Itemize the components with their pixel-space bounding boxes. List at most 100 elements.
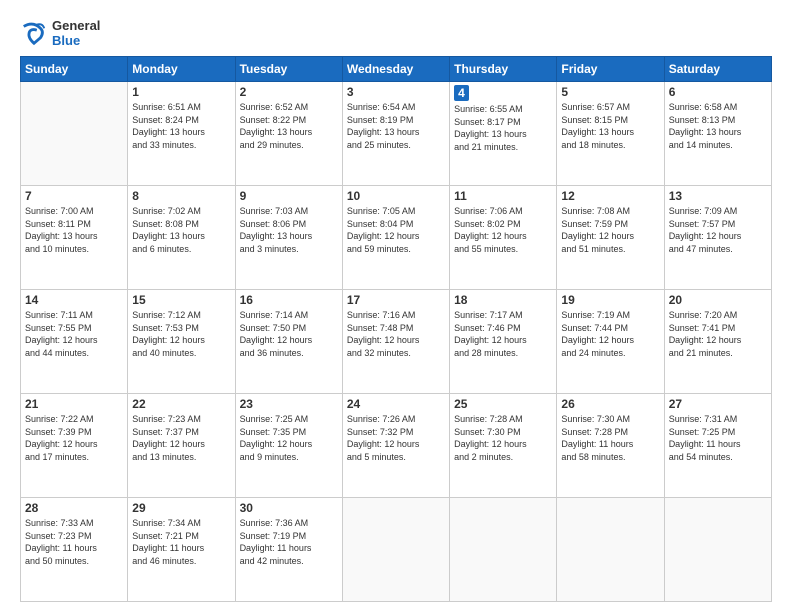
day-info: Sunrise: 7:31 AMSunset: 7:25 PMDaylight:… bbox=[669, 413, 767, 463]
day-cell: 1 Sunrise: 6:51 AMSunset: 8:24 PMDaylight… bbox=[128, 82, 235, 186]
day-cell: 26Sunrise: 7:30 AMSunset: 7:28 PMDayligh… bbox=[557, 394, 664, 498]
day-cell: 5 Sunrise: 6:57 AMSunset: 8:15 PMDaylight… bbox=[557, 82, 664, 186]
weekday-header-row: SundayMondayTuesdayWednesdayThursdayFrid… bbox=[21, 57, 772, 82]
day-info: Sunrise: 7:14 AMSunset: 7:50 PMDaylight:… bbox=[240, 309, 338, 359]
day-number: 7 bbox=[25, 189, 123, 203]
day-cell: 27 Sunrise: 7:31 AMSunset: 7:25 PMDayligh… bbox=[664, 394, 771, 498]
day-info: Sunrise: 6:54 AMSunset: 8:19 PMDaylight:… bbox=[347, 101, 445, 151]
day-cell: 6 Sunrise: 6:58 AMSunset: 8:13 PMDaylight… bbox=[664, 82, 771, 186]
day-number: 20 bbox=[669, 293, 767, 307]
day-cell: 9 Sunrise: 7:03 AMSunset: 8:06 PMDaylight… bbox=[235, 186, 342, 290]
day-number: 25 bbox=[454, 397, 552, 411]
day-cell: 8Sunrise: 7:02 AMSunset: 8:08 PMDaylight… bbox=[128, 186, 235, 290]
day-info: Sunrise: 6:55 AMSunset: 8:17 PMDaylight:… bbox=[454, 103, 552, 153]
day-cell: 23 Sunrise: 7:25 AMSunset: 7:35 PMDayligh… bbox=[235, 394, 342, 498]
weekday-header-wednesday: Wednesday bbox=[342, 57, 449, 82]
day-info: Sunrise: 7:16 AMSunset: 7:48 PMDaylight:… bbox=[347, 309, 445, 359]
day-cell: 20 Sunrise: 7:20 AMSunset: 7:41 PMDayligh… bbox=[664, 290, 771, 394]
day-number: 22 bbox=[132, 397, 230, 411]
day-cell: 11 Sunrise: 7:06 AMSunset: 8:02 PMDayligh… bbox=[450, 186, 557, 290]
day-cell bbox=[342, 498, 449, 602]
day-info: Sunrise: 7:26 AMSunset: 7:32 PMDaylight:… bbox=[347, 413, 445, 463]
day-cell: 21Sunrise: 7:22 AMSunset: 7:39 PMDayligh… bbox=[21, 394, 128, 498]
logo-text: General Blue bbox=[52, 18, 100, 48]
day-number: 5 bbox=[561, 85, 659, 99]
day-number: 24 bbox=[347, 397, 445, 411]
day-info: Sunrise: 7:20 AMSunset: 7:41 PMDaylight:… bbox=[669, 309, 767, 359]
day-number: 21 bbox=[25, 397, 123, 411]
day-cell: 10Sunrise: 7:05 AMSunset: 8:04 PMDayligh… bbox=[342, 186, 449, 290]
day-info: Sunrise: 7:23 AMSunset: 7:37 PMDaylight:… bbox=[132, 413, 230, 463]
day-cell: 12 Sunrise: 7:08 AMSunset: 7:59 PMDayligh… bbox=[557, 186, 664, 290]
day-cell: 18 Sunrise: 7:17 AMSunset: 7:46 PMDayligh… bbox=[450, 290, 557, 394]
day-info: Sunrise: 7:08 AMSunset: 7:59 PMDaylight:… bbox=[561, 205, 659, 255]
day-cell: 24 Sunrise: 7:26 AMSunset: 7:32 PMDayligh… bbox=[342, 394, 449, 498]
week-row-4: 21Sunrise: 7:22 AMSunset: 7:39 PMDayligh… bbox=[21, 394, 772, 498]
day-info: Sunrise: 7:34 AMSunset: 7:21 PMDaylight:… bbox=[132, 517, 230, 567]
day-info: Sunrise: 7:09 AMSunset: 7:57 PMDaylight:… bbox=[669, 205, 767, 255]
day-info: Sunrise: 7:05 AMSunset: 8:04 PMDaylight:… bbox=[347, 205, 445, 255]
day-cell: 22 Sunrise: 7:23 AMSunset: 7:37 PMDayligh… bbox=[128, 394, 235, 498]
day-info: Sunrise: 6:51 AMSunset: 8:24 PMDaylight:… bbox=[132, 101, 230, 151]
day-cell: 7 Sunrise: 7:00 AMSunset: 8:11 PMDaylight… bbox=[21, 186, 128, 290]
day-cell bbox=[664, 498, 771, 602]
day-cell: 3 Sunrise: 6:54 AMSunset: 8:19 PMDaylight… bbox=[342, 82, 449, 186]
day-number: 1 bbox=[132, 85, 230, 99]
day-number: 16 bbox=[240, 293, 338, 307]
day-number: 27 bbox=[669, 397, 767, 411]
day-cell bbox=[21, 82, 128, 186]
calendar-page: General Blue SundayMondayTuesdayWednesda… bbox=[0, 0, 792, 612]
day-cell bbox=[557, 498, 664, 602]
day-number: 12 bbox=[561, 189, 659, 203]
day-cell: 30 Sunrise: 7:36 AMSunset: 7:19 PMDayligh… bbox=[235, 498, 342, 602]
day-number: 11 bbox=[454, 189, 552, 203]
day-info: Sunrise: 6:57 AMSunset: 8:15 PMDaylight:… bbox=[561, 101, 659, 151]
week-row-1: 1 Sunrise: 6:51 AMSunset: 8:24 PMDaylight… bbox=[21, 82, 772, 186]
day-number: 14 bbox=[25, 293, 123, 307]
day-info: Sunrise: 7:03 AMSunset: 8:06 PMDaylight:… bbox=[240, 205, 338, 255]
day-info: Sunrise: 7:30 AMSunset: 7:28 PMDaylight:… bbox=[561, 413, 659, 463]
day-info: Sunrise: 7:36 AMSunset: 7:19 PMDaylight:… bbox=[240, 517, 338, 567]
weekday-header-tuesday: Tuesday bbox=[235, 57, 342, 82]
day-number: 15 bbox=[132, 293, 230, 307]
calendar-table: SundayMondayTuesdayWednesdayThursdayFrid… bbox=[20, 56, 772, 602]
day-number: 28 bbox=[25, 501, 123, 515]
day-number: 30 bbox=[240, 501, 338, 515]
day-cell: 29 Sunrise: 7:34 AMSunset: 7:21 PMDayligh… bbox=[128, 498, 235, 602]
header: General Blue bbox=[20, 18, 772, 48]
day-number: 9 bbox=[240, 189, 338, 203]
day-info: Sunrise: 7:33 AMSunset: 7:23 PMDaylight:… bbox=[25, 517, 123, 567]
day-info: Sunrise: 7:06 AMSunset: 8:02 PMDaylight:… bbox=[454, 205, 552, 255]
day-cell: 4 Sunrise: 6:55 AMSunset: 8:17 PMDaylight… bbox=[450, 82, 557, 186]
day-number: 18 bbox=[454, 293, 552, 307]
day-number: 4 bbox=[454, 85, 469, 101]
day-number: 6 bbox=[669, 85, 767, 99]
day-info: Sunrise: 6:58 AMSunset: 8:13 PMDaylight:… bbox=[669, 101, 767, 151]
day-info: Sunrise: 7:12 AMSunset: 7:53 PMDaylight:… bbox=[132, 309, 230, 359]
day-cell: 2 Sunrise: 6:52 AMSunset: 8:22 PMDaylight… bbox=[235, 82, 342, 186]
day-cell: 15 Sunrise: 7:12 AMSunset: 7:53 PMDayligh… bbox=[128, 290, 235, 394]
weekday-header-friday: Friday bbox=[557, 57, 664, 82]
day-cell: 14 Sunrise: 7:11 AMSunset: 7:55 PMDayligh… bbox=[21, 290, 128, 394]
day-number: 19 bbox=[561, 293, 659, 307]
day-cell: 19Sunrise: 7:19 AMSunset: 7:44 PMDayligh… bbox=[557, 290, 664, 394]
day-info: Sunrise: 7:00 AMSunset: 8:11 PMDaylight:… bbox=[25, 205, 123, 255]
day-info: Sunrise: 6:52 AMSunset: 8:22 PMDaylight:… bbox=[240, 101, 338, 151]
weekday-header-monday: Monday bbox=[128, 57, 235, 82]
day-number: 23 bbox=[240, 397, 338, 411]
logo-icon bbox=[20, 19, 48, 47]
day-number: 2 bbox=[240, 85, 338, 99]
day-number: 3 bbox=[347, 85, 445, 99]
week-row-3: 14 Sunrise: 7:11 AMSunset: 7:55 PMDayligh… bbox=[21, 290, 772, 394]
day-info: Sunrise: 7:17 AMSunset: 7:46 PMDaylight:… bbox=[454, 309, 552, 359]
day-info: Sunrise: 7:25 AMSunset: 7:35 PMDaylight:… bbox=[240, 413, 338, 463]
weekday-header-thursday: Thursday bbox=[450, 57, 557, 82]
day-info: Sunrise: 7:02 AMSunset: 8:08 PMDaylight:… bbox=[132, 205, 230, 255]
day-number: 29 bbox=[132, 501, 230, 515]
day-info: Sunrise: 7:28 AMSunset: 7:30 PMDaylight:… bbox=[454, 413, 552, 463]
day-cell: 17Sunrise: 7:16 AMSunset: 7:48 PMDayligh… bbox=[342, 290, 449, 394]
day-cell: 16 Sunrise: 7:14 AMSunset: 7:50 PMDayligh… bbox=[235, 290, 342, 394]
day-info: Sunrise: 7:11 AMSunset: 7:55 PMDaylight:… bbox=[25, 309, 123, 359]
week-row-5: 28 Sunrise: 7:33 AMSunset: 7:23 PMDayligh… bbox=[21, 498, 772, 602]
day-cell: 28 Sunrise: 7:33 AMSunset: 7:23 PMDayligh… bbox=[21, 498, 128, 602]
